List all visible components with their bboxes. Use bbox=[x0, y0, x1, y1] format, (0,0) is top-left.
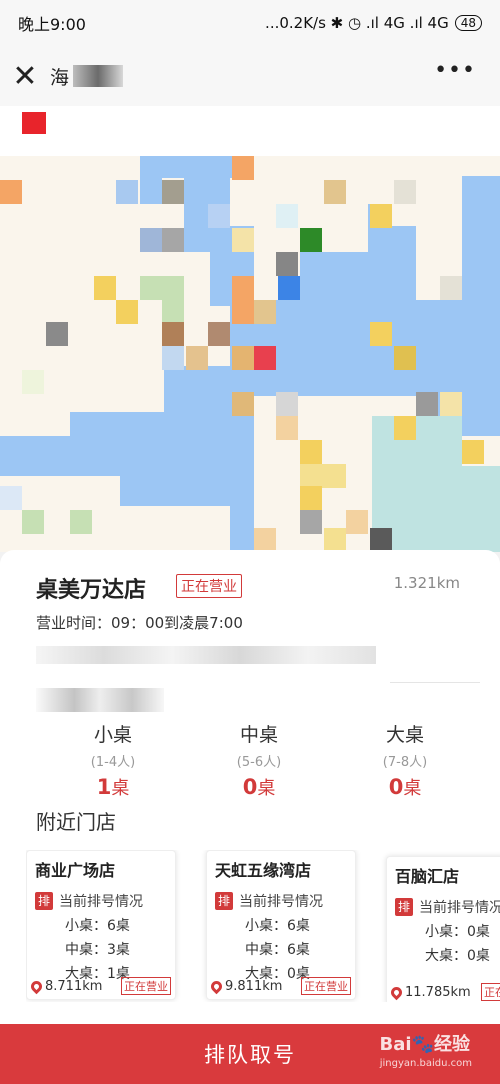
store-name: 桌美万达店 bbox=[36, 578, 147, 603]
page-title-text: 海 bbox=[50, 66, 70, 89]
nearby-title: 附近门店 bbox=[36, 810, 116, 834]
table-name: 大桌 bbox=[385, 724, 424, 746]
nearby-store-card[interactable]: 天虹五缘湾店 排 当前排号情况 小桌：6桌 中桌：6桌 大桌：0桌 9.811k… bbox=[206, 850, 356, 1000]
more-icon[interactable]: ••• bbox=[434, 58, 476, 83]
queue-icon: 排 bbox=[35, 892, 53, 910]
table-count: 1桌 bbox=[40, 774, 186, 800]
card-footer: 9.811km 正在营业 bbox=[208, 977, 351, 995]
divider bbox=[390, 682, 480, 683]
card-medium: 中桌：6桌 bbox=[245, 942, 310, 958]
table-count-unit: 桌 bbox=[257, 778, 276, 799]
status-badge: 正在营业 bbox=[176, 574, 242, 598]
queue-label: 当前排号情况 bbox=[239, 894, 323, 910]
queue-row: 排 当前排号情况 bbox=[395, 897, 500, 917]
nav-bar: ✕ 海 ••• bbox=[0, 46, 500, 106]
store-distance: 1.321km bbox=[393, 574, 460, 592]
table-count: 0桌 bbox=[332, 774, 478, 800]
card-footer: 11.785km 正在营业 bbox=[388, 983, 500, 1001]
queue-label: 当前排号情况 bbox=[419, 900, 500, 916]
card-status-badge: 正在营业 bbox=[301, 977, 351, 995]
table-count-unit: 桌 bbox=[403, 778, 422, 799]
table-count-unit: 桌 bbox=[111, 778, 130, 799]
baidu-watermark-url: jingyan.baidu.com bbox=[379, 1058, 472, 1069]
blurred-queue-label bbox=[36, 688, 164, 712]
nearby-stores[interactable]: 商业广场店 排 当前排号情况 小桌：6桌 中桌：3桌 大桌：1桌 8.711km… bbox=[26, 850, 500, 1002]
card-distance-value: 11.785km bbox=[405, 984, 471, 1000]
card-store-name: 商业广场店 bbox=[35, 861, 116, 880]
battery-icon: 48 bbox=[454, 15, 482, 31]
table-count-value: 1 bbox=[96, 775, 112, 799]
status-indicators: ...0.2K/s ✱ ◷ .ıl 4G .ıl 4G 48 bbox=[265, 14, 482, 32]
card-footer: 8.711km 正在营业 bbox=[28, 977, 171, 995]
table-range: (1-4人) bbox=[90, 755, 136, 770]
card-distance: 8.711km bbox=[28, 978, 103, 994]
location-pin-icon bbox=[28, 978, 45, 994]
table-large: 大桌 (7-8人) 0桌 bbox=[332, 720, 478, 800]
table-medium: 中桌 (5-6人) 0桌 bbox=[186, 720, 332, 800]
card-distance-value: 8.711km bbox=[45, 978, 103, 994]
card-distance-value: 9.811km bbox=[225, 978, 283, 994]
card-large: 大桌：0桌 bbox=[425, 948, 490, 964]
store-panel: 桌美万达店 正在营业 1.321km 营业时间：09：00到凌晨7:00 小桌 … bbox=[0, 550, 500, 1024]
nearby-store-card[interactable]: 商业广场店 排 当前排号情况 小桌：6桌 中桌：3桌 大桌：1桌 8.711km… bbox=[26, 850, 176, 1000]
status-bar: 晚上9:00 ...0.2K/s ✱ ◷ .ıl 4G .ıl 4G 48 bbox=[0, 0, 500, 46]
network-indicators: ...0.2K/s ✱ ◷ .ıl 4G .ıl 4G bbox=[265, 14, 449, 32]
close-icon[interactable]: ✕ bbox=[0, 46, 50, 106]
card-store-name: 天虹五缘湾店 bbox=[215, 861, 312, 880]
location-pin-icon bbox=[208, 978, 225, 994]
business-hours: 营业时间：09：00到凌晨7:00 bbox=[36, 614, 243, 632]
card-small: 小桌：6桌 bbox=[65, 918, 130, 934]
queue-icon: 排 bbox=[395, 898, 413, 916]
table-name: 小桌 bbox=[93, 724, 132, 746]
table-count-value: 0 bbox=[388, 775, 404, 799]
nearby-store-card[interactable]: 百脑汇店 排 当前排号情况 小桌：0桌 大桌：0桌 11.785km 正在营业 bbox=[386, 856, 500, 1002]
pixelated-map bbox=[0, 106, 500, 552]
card-distance: 11.785km bbox=[388, 984, 471, 1000]
location-pin-icon bbox=[388, 984, 405, 1000]
queue-row: 排 当前排号情况 bbox=[215, 891, 347, 911]
queue-icon: 排 bbox=[215, 892, 233, 910]
card-store-name: 百脑汇店 bbox=[395, 867, 460, 886]
status-time: 晚上9:00 bbox=[18, 15, 86, 34]
card-status-badge: 正在营业 bbox=[481, 983, 500, 1001]
table-count-value: 0 bbox=[242, 775, 258, 799]
card-small: 小桌：6桌 bbox=[245, 918, 310, 934]
blurred-address bbox=[36, 646, 376, 664]
table-types: 小桌 (1-4人) 1桌 中桌 (5-6人) 0桌 大桌 (7-8人) 0桌 bbox=[40, 720, 480, 800]
card-status-badge: 正在营业 bbox=[121, 977, 171, 995]
table-count: 0桌 bbox=[186, 774, 332, 800]
card-distance: 9.811km bbox=[208, 978, 283, 994]
table-small: 小桌 (1-4人) 1桌 bbox=[40, 720, 186, 800]
page-title: 海 bbox=[50, 63, 124, 90]
map-view[interactable] bbox=[0, 106, 500, 552]
table-range: (5-6人) bbox=[236, 755, 282, 770]
baidu-watermark: Bai🐾经验 bbox=[379, 1034, 470, 1055]
blurred-title bbox=[73, 65, 124, 87]
queue-label: 当前排号情况 bbox=[59, 894, 143, 910]
card-small: 小桌：0桌 bbox=[425, 924, 490, 940]
table-name: 中桌 bbox=[239, 724, 278, 746]
queue-row: 排 当前排号情况 bbox=[35, 891, 167, 911]
table-range: (7-8人) bbox=[382, 755, 428, 770]
card-medium: 中桌：3桌 bbox=[65, 942, 130, 958]
